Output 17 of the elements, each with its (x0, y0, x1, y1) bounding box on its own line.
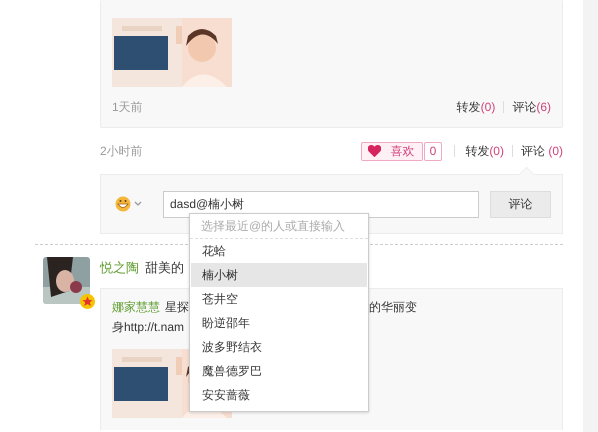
post-text: 身http://t.nam (112, 318, 184, 336)
post-text: 星探 (165, 298, 189, 316)
mention-option[interactable]: 楠小树 (191, 263, 367, 287)
action-link[interactable]: 评论 (0) (520, 142, 563, 160)
comment-input[interactable]: dasd@楠小树 (163, 190, 479, 218)
action-link[interactable]: 评论(6) (512, 98, 551, 116)
like-button[interactable]: 喜欢 (360, 142, 423, 160)
action-link[interactable]: 转发(0) (465, 142, 504, 160)
heart-icon (368, 145, 381, 157)
post-time: 1天前 (112, 98, 143, 116)
post-time: 2小时前 (100, 142, 143, 160)
like-count: 0 (424, 142, 442, 160)
smiley-icon[interactable] (115, 196, 143, 212)
comment-button[interactable]: 评论 (490, 190, 551, 218)
post-text: 的华丽变 (369, 298, 417, 316)
action-link[interactable]: 转发(0) (456, 98, 496, 116)
post-text: 甜美的 (145, 259, 184, 277)
